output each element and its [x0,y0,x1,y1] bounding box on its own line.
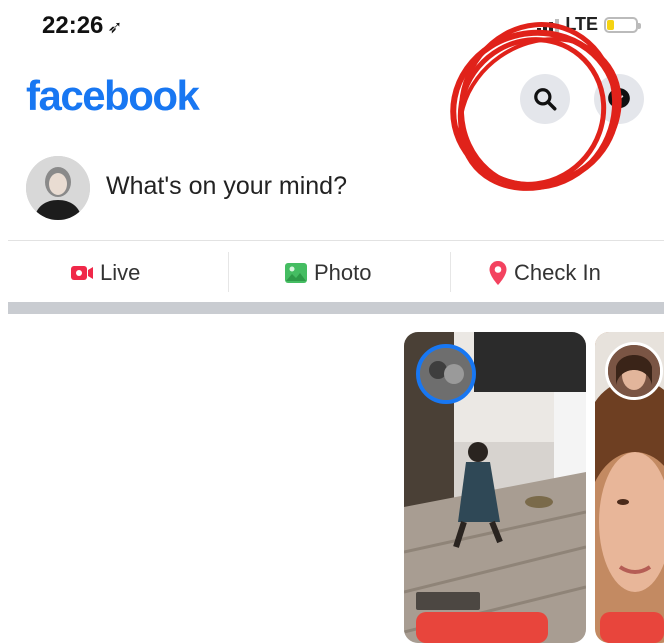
check-in-label: Check In [514,260,601,285]
photo-button[interactable]: Photo [284,257,372,289]
facebook-home-screen: 22:26 ➶ LTE facebook What's on your mind… [0,0,664,643]
battery-fill [607,19,614,30]
section-divider [8,302,664,314]
user-avatar[interactable] [26,156,90,220]
check-in-button[interactable]: Check In [488,257,601,289]
messenger-button[interactable] [594,74,644,124]
status-indicators: LTE [537,14,641,35]
story-avatar [605,342,663,400]
live-video-icon [71,266,93,280]
battery-icon [604,16,641,33]
user-avatar-image [26,156,90,220]
story-avatar [416,344,476,404]
divider [8,240,664,241]
story-card[interactable] [404,332,586,643]
redaction-mark [600,612,664,643]
network-type: LTE [565,14,598,34]
location-arrow-icon: ➶ [107,17,123,37]
search-icon [534,88,557,111]
search-button[interactable] [520,74,570,124]
messenger-icon [608,88,630,110]
action-separator [450,252,451,292]
story-card[interactable] [595,332,664,643]
story-avatar-image [420,348,472,400]
action-separator [228,252,229,292]
status-time-text: 22:26 [42,12,104,39]
story-caption [416,592,480,610]
status-time: 22:26 ➶ [42,12,122,40]
signal-icon [537,17,560,33]
composer-input[interactable]: What's on your mind? [106,172,347,201]
photo-icon [285,263,307,283]
live-label: Live [100,260,141,285]
live-button[interactable]: Live [70,257,140,289]
story-avatar-image [608,345,660,397]
redaction-mark [416,612,548,643]
location-pin-icon [489,261,507,285]
facebook-logo[interactable]: facebook [26,72,200,120]
photo-label: Photo [314,260,372,285]
